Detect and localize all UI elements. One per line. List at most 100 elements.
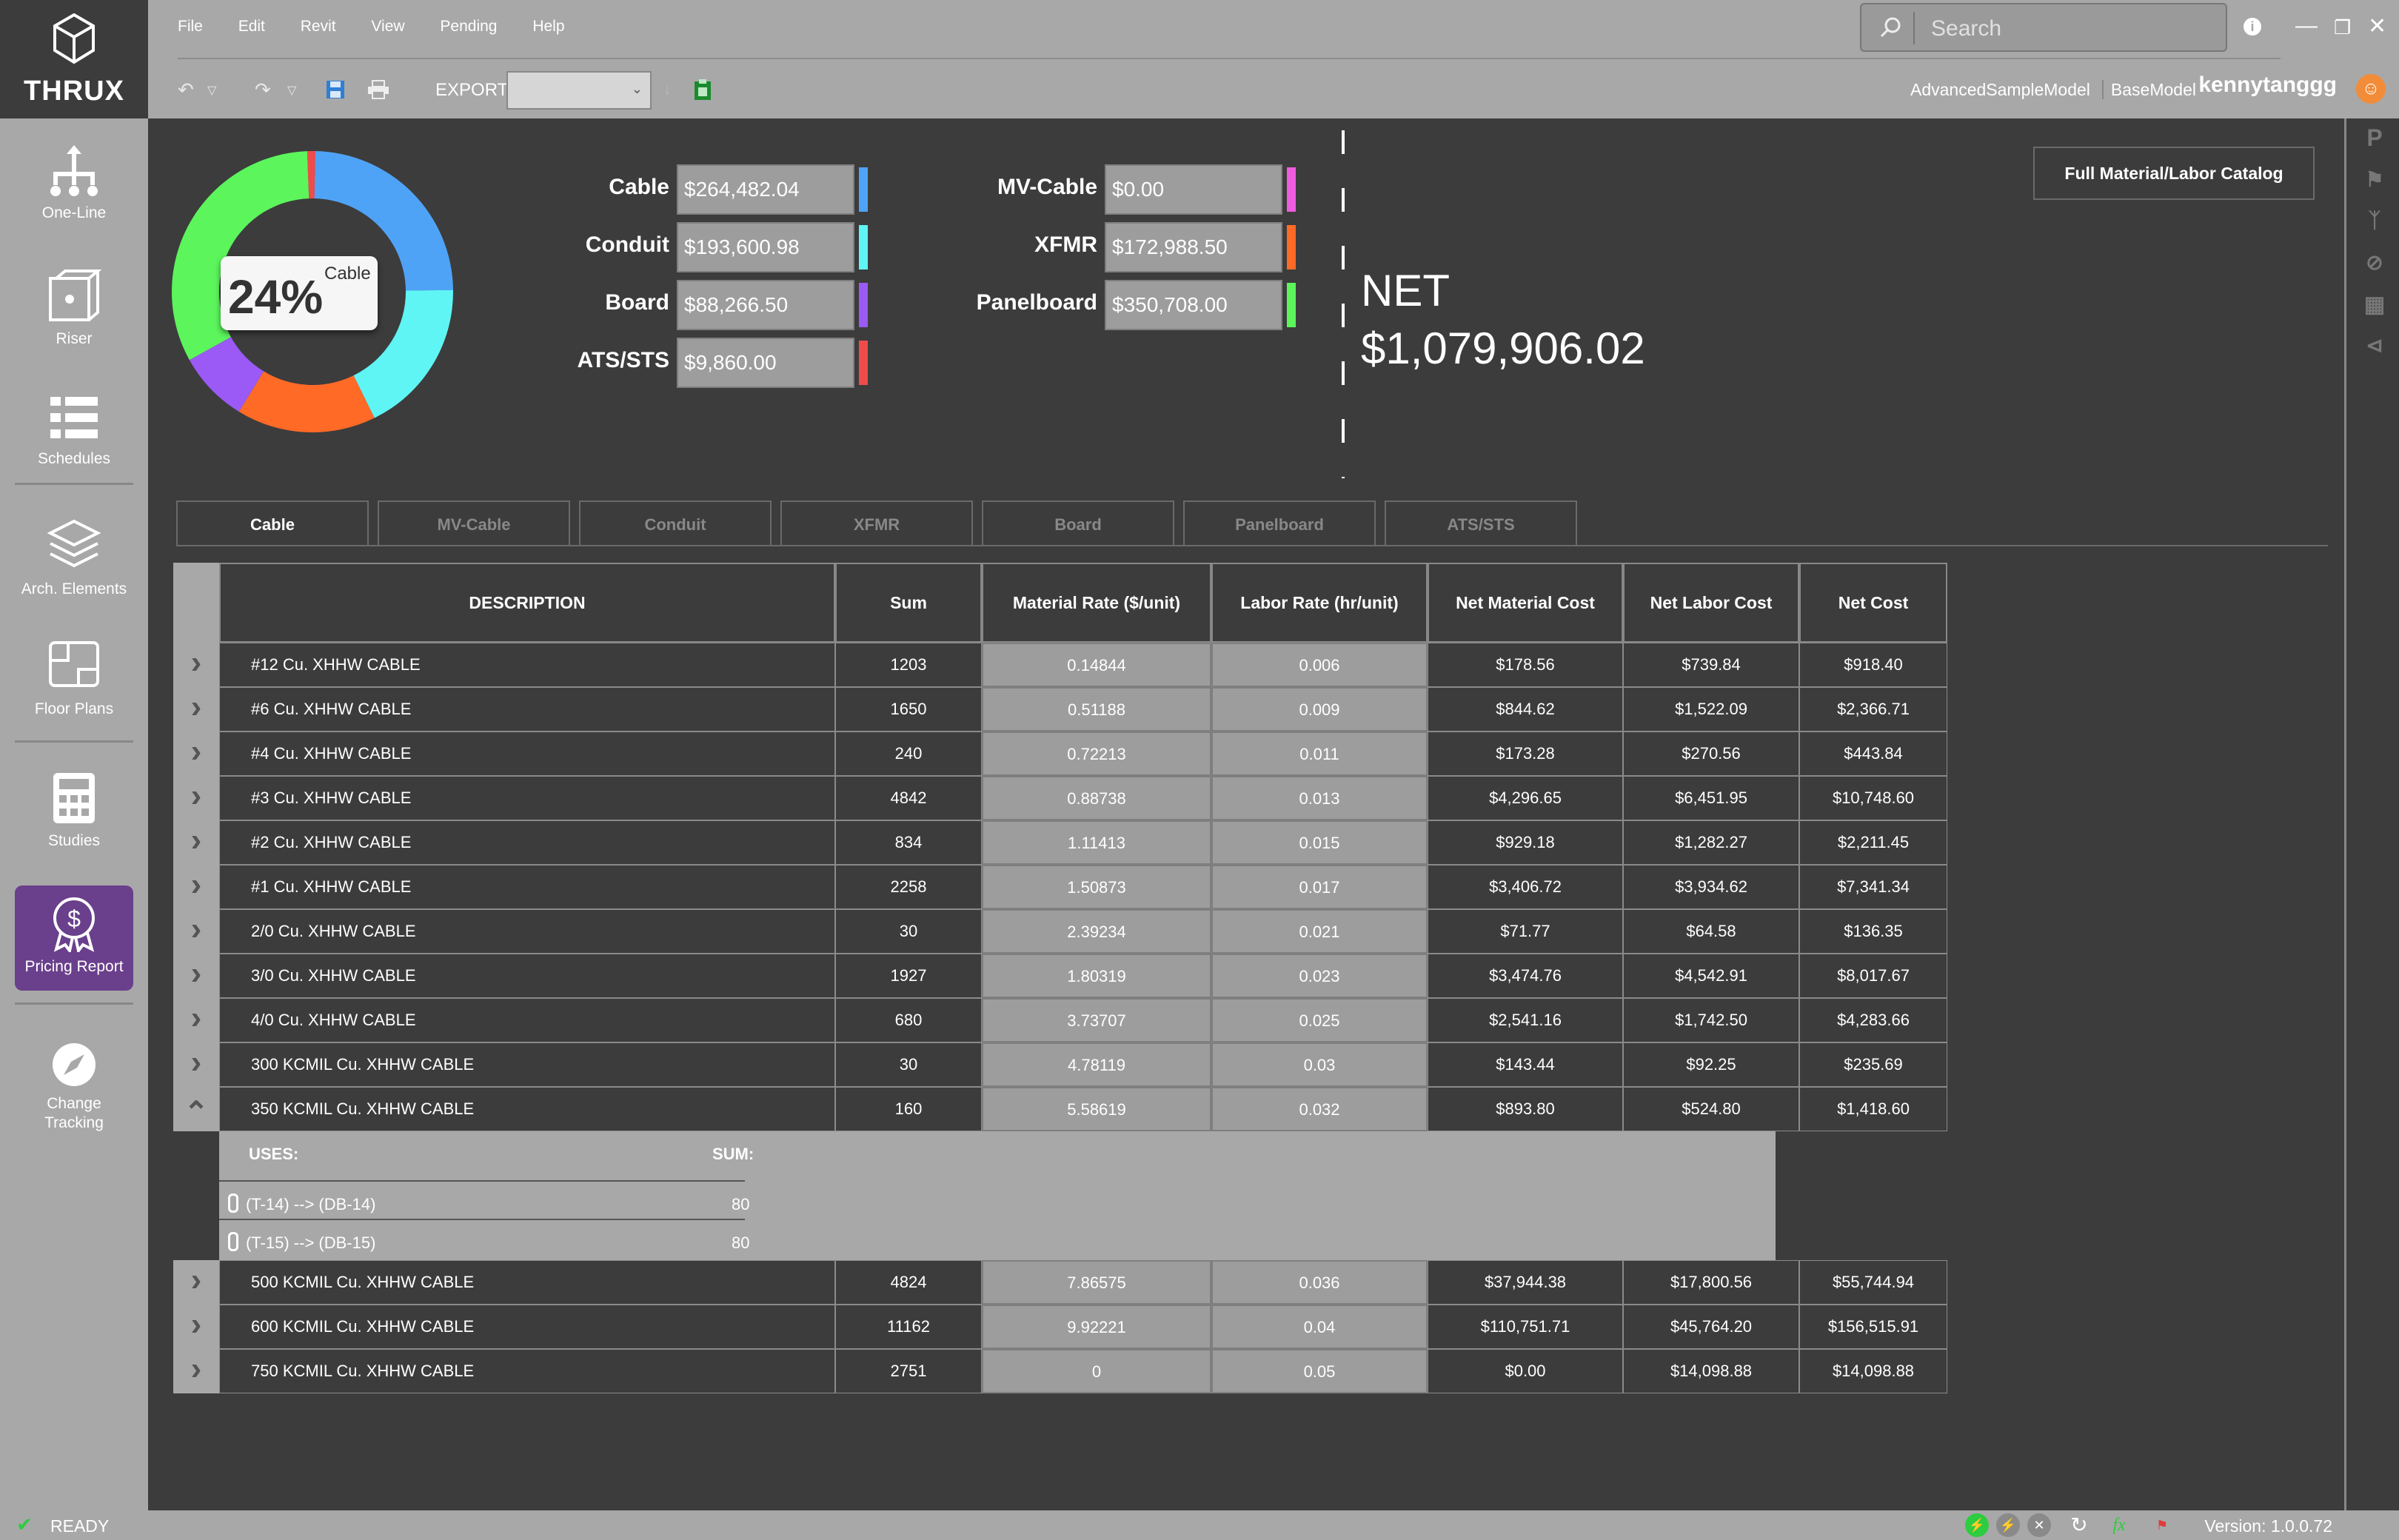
header-net-labor-cost[interactable]: Net Labor Cost [1623, 563, 1799, 643]
table-row[interactable]: › 500 KCMIL Cu. XHHW CABLE 4824 7.86575 0.03… [173, 1260, 1947, 1305]
full-catalog-button[interactable]: Full Material/Labor Catalog [2033, 147, 2315, 200]
search-input[interactable]: Search [1931, 16, 2001, 41]
table-row[interactable]: › 3/0 Cu. XHHW CABLE 1927 1.80319 0.023 $3,47… [173, 954, 1947, 998]
cell-material-rate[interactable]: 2.39234 [982, 909, 1211, 954]
cell-labor-rate[interactable]: 0.021 [1211, 909, 1428, 954]
model-name[interactable]: AdvancedSampleModel [1910, 80, 2090, 99]
cell-material-rate[interactable]: 1.80319 [982, 954, 1211, 998]
share-icon[interactable]: ⊲ [2360, 333, 2389, 358]
cell-labor-rate[interactable]: 0.013 [1211, 776, 1428, 820]
expand-row-icon[interactable]: › [173, 643, 219, 687]
tab-mv-cable[interactable]: MV-Cable [378, 500, 570, 546]
table-row[interactable]: › #3 Cu. XHHW CABLE 4842 0.88738 0.013 $4,296… [173, 776, 1947, 820]
download-icon[interactable]: ↓ [663, 81, 671, 98]
cell-labor-rate[interactable]: 0.04 [1211, 1305, 1428, 1349]
menu-file[interactable]: File [178, 18, 203, 35]
table-row[interactable]: › 2/0 Cu. XHHW CABLE 30 2.39234 0.021 $71.77 $… [173, 909, 1947, 954]
menu-help[interactable]: Help [532, 18, 564, 35]
header-net-material-cost[interactable]: Net Material Cost [1428, 563, 1623, 643]
header-net-cost[interactable]: Net Cost [1799, 563, 1947, 643]
cell-labor-rate[interactable]: 0.036 [1211, 1260, 1428, 1305]
header-sum[interactable]: Sum [835, 563, 982, 643]
use-path[interactable]: (T-15) --> (DB-15) [246, 1233, 375, 1253]
table-row[interactable]: › #2 Cu. XHHW CABLE 834 1.11413 0.015 $929.18… [173, 820, 1947, 865]
user-avatar-icon[interactable]: ☺ [2356, 74, 2386, 104]
cell-labor-rate[interactable]: 0.032 [1211, 1087, 1428, 1131]
disconnect-status-icon[interactable]: ✕ [2027, 1513, 2051, 1537]
lightning-off-icon[interactable]: ⚡ [1996, 1513, 2020, 1537]
expand-row-icon[interactable]: › [173, 954, 219, 998]
cell-material-rate[interactable]: 0.88738 [982, 776, 1211, 820]
sidebar-item-studies[interactable]: Studies [15, 770, 133, 850]
cell-material-rate[interactable]: 0.72213 [982, 732, 1211, 776]
cell-labor-rate[interactable]: 0.03 [1211, 1042, 1428, 1087]
cell-material-rate[interactable]: 5.58619 [982, 1087, 1211, 1131]
export-dropdown[interactable]: ⌄ [506, 71, 652, 110]
cell-labor-rate[interactable]: 0.015 [1211, 820, 1428, 865]
cell-labor-rate[interactable]: 0.009 [1211, 687, 1428, 732]
cell-labor-rate[interactable]: 0.017 [1211, 865, 1428, 909]
properties-icon[interactable]: P [2360, 124, 2389, 152]
cell-material-rate[interactable]: 1.11413 [982, 820, 1211, 865]
use-path[interactable]: (T-14) --> (DB-14) [246, 1195, 375, 1214]
tab-ats-sts[interactable]: ATS/STS [1385, 500, 1577, 546]
cell-material-rate[interactable]: 7.86575 [982, 1260, 1211, 1305]
print-icon[interactable] [367, 80, 389, 99]
undo-dropdown-icon[interactable]: ▽ [207, 83, 216, 98]
expand-row-icon[interactable]: › [173, 732, 219, 776]
cell-labor-rate[interactable]: 0.023 [1211, 954, 1428, 998]
expand-row-icon[interactable]: › [173, 820, 219, 865]
cell-material-rate[interactable]: 0.14844 [982, 643, 1211, 687]
sidebar-item-schedules[interactable]: Schedules [15, 392, 133, 468]
sidebar-item-one-line[interactable]: One-Line [15, 142, 133, 222]
sidebar-item-floor-plans[interactable]: Floor Plans [15, 638, 133, 718]
tab-panelboard[interactable]: Panelboard [1183, 500, 1376, 546]
branch-icon[interactable]: ᛉ [2360, 209, 2389, 232]
sidebar-item-arch-elements[interactable]: Arch. Elements [15, 518, 133, 598]
tab-conduit[interactable]: Conduit [579, 500, 772, 546]
save-icon[interactable] [326, 80, 345, 99]
expand-row-icon[interactable]: › [173, 1305, 219, 1349]
sidebar-item-riser[interactable]: Riser [15, 268, 133, 348]
header-labor-rate[interactable]: Labor Rate (hr/unit) [1211, 563, 1428, 643]
expand-row-icon[interactable]: › [173, 776, 219, 820]
menu-pending[interactable]: Pending [440, 18, 497, 35]
expand-row-icon[interactable]: › [173, 998, 219, 1042]
close-icon[interactable]: ✕ [2368, 13, 2386, 39]
cell-labor-rate[interactable]: 0.05 [1211, 1349, 1428, 1393]
expand-row-icon[interactable]: › [173, 1260, 219, 1305]
expand-row-icon[interactable]: › [173, 687, 219, 732]
cell-labor-rate[interactable]: 0.006 [1211, 643, 1428, 687]
tab-cable[interactable]: Cable [176, 500, 369, 546]
restore-icon[interactable]: ❐ [2334, 16, 2351, 39]
clipboard-icon[interactable] [693, 78, 712, 101]
menu-edit[interactable]: Edit [238, 18, 265, 35]
menu-revit[interactable]: Revit [301, 18, 336, 35]
flag-status-icon[interactable]: ⚑ [2150, 1513, 2174, 1537]
formula-icon[interactable]: fx [2107, 1513, 2131, 1537]
expand-row-icon[interactable]: › [173, 1042, 219, 1087]
sidebar-item-change-tracking[interactable]: Change Tracking [15, 1041, 133, 1133]
cell-material-rate[interactable]: 9.92221 [982, 1305, 1211, 1349]
header-material-rate[interactable]: Material Rate ($/unit) [982, 563, 1211, 643]
disconnect-icon[interactable]: ⊘ [2360, 250, 2389, 275]
menu-view[interactable]: View [371, 18, 404, 35]
minimize-icon[interactable]: — [2295, 13, 2318, 38]
cell-material-rate[interactable]: 0 [982, 1349, 1211, 1393]
expand-row-icon[interactable]: › [173, 1349, 219, 1393]
redo-icon[interactable]: ↷ [255, 78, 271, 101]
collapse-row-icon[interactable]: ⌃ [173, 1087, 219, 1131]
lightning-icon[interactable]: ⚡ [1965, 1513, 1989, 1537]
table-row[interactable]: › #6 Cu. XHHW CABLE 1650 0.51188 0.009 $844.6… [173, 687, 1947, 732]
cell-material-rate[interactable]: 0.51188 [982, 687, 1211, 732]
grid-icon[interactable]: ▦ [2360, 292, 2389, 318]
table-row[interactable]: › 300 KCMIL Cu. XHHW CABLE 30 4.78119 0.03 $1… [173, 1042, 1947, 1087]
table-row[interactable]: › #12 Cu. XHHW CABLE 1203 0.14844 0.006 $178.… [173, 643, 1947, 687]
expand-row-icon[interactable]: › [173, 909, 219, 954]
tab-board[interactable]: Board [982, 500, 1174, 546]
base-model[interactable]: BaseModel [2101, 80, 2196, 99]
table-row[interactable]: › 4/0 Cu. XHHW CABLE 680 3.73707 0.025 $2,541… [173, 998, 1947, 1042]
redo-dropdown-icon[interactable]: ▽ [287, 83, 296, 98]
sidebar-item-pricing-report[interactable]: $ Pricing Report [15, 886, 133, 991]
cell-material-rate[interactable]: 3.73707 [982, 998, 1211, 1042]
